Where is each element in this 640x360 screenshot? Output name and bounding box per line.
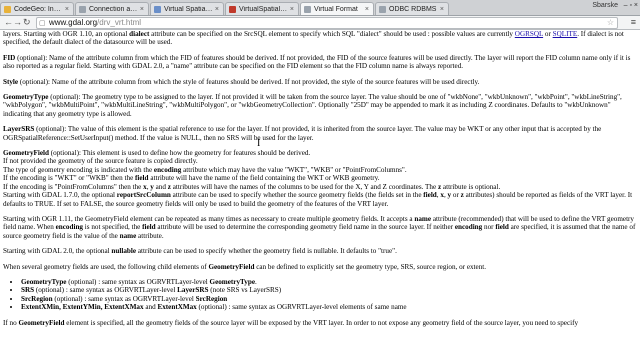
reload-icon[interactable]: ↻ [23, 17, 31, 28]
favicon-icon [79, 6, 86, 13]
paragraph-no-geometryfield: If no GeometryField element is specified… [3, 318, 579, 327]
page-icon: ▢ [39, 20, 46, 27]
paragraph-dialect: layers. Starting with OGR 1.10, an optio… [3, 30, 624, 47]
tab-bar: CodeGeo: Instalação× Connection attribut… [0, 0, 640, 16]
address-toolbar: ← → ↻ ▢ www.gdal.org/drv_vrt.html ☆ ≡ [0, 16, 640, 30]
list-item: SrcRegion (optional) : same syntax as OG… [21, 295, 639, 303]
back-icon[interactable]: ← [4, 17, 13, 27]
menu-icon[interactable]: ≡ [631, 17, 636, 27]
tab-connection-attributes[interactable]: Connection attributes× [75, 2, 149, 15]
paragraph-layersrs: LayerSRS (optional): The value of this e… [3, 125, 602, 142]
url-text[interactable]: www.gdal.org/drv_vrt.html [49, 18, 141, 28]
page-content: layers. Starting with OGR 1.10, an optio… [3, 30, 639, 334]
close-icon[interactable]: × [215, 6, 219, 13]
close-icon[interactable]: × [140, 6, 144, 13]
paragraph-child-elements: When several geometry fields are used, t… [3, 262, 487, 271]
paragraph-multiple-geometry-fields: Starting with OGR 1.11, the GeometryFiel… [3, 214, 636, 240]
paragraph-geometrytype: GeometryType (optional): The geometry ty… [3, 93, 622, 118]
close-icon[interactable]: × [290, 6, 294, 13]
paragraph-style: Style (optional): Name of the attribute … [3, 77, 480, 86]
forward-icon[interactable]: → [13, 17, 22, 27]
paragraph-geometryfield: GeometryField (optional): This element i… [3, 149, 633, 208]
text-cursor-icon: I [257, 138, 261, 149]
favicon-icon [4, 6, 11, 13]
favicon-icon [229, 6, 236, 13]
tab-odbc-rdbms[interactable]: ODBC RDBMS × [375, 2, 449, 15]
list-item: SRS (optional) : same syntax as OGRVRTLa… [21, 286, 639, 294]
tab-virtualspatialdata[interactable]: VirtualSpatialData -× [225, 2, 299, 15]
tab-virtual-spatial-data[interactable]: Virtual Spatial Data -× [150, 2, 224, 15]
list-item: ExtentXMin, ExtentYMin, ExtentXMax and E… [21, 303, 639, 311]
window-controls[interactable]: – ▫ × [624, 2, 638, 9]
bookmark-star-icon[interactable]: ☆ [607, 18, 614, 27]
paragraph-fid: FID (optional): Name of the attribute co… [3, 53, 631, 71]
favicon-icon [154, 6, 161, 13]
close-icon[interactable]: × [365, 6, 369, 13]
paragraph-nullable: Starting with GDAL 2.0, the optional nul… [3, 247, 397, 256]
tab-virtual-format[interactable]: Virtual Format × [300, 2, 374, 15]
close-icon[interactable]: × [440, 6, 444, 13]
close-icon[interactable]: × [65, 6, 69, 13]
tab-codegeo[interactable]: CodeGeo: Instalação× [0, 2, 74, 15]
link-sqlite[interactable]: SQLITE [553, 30, 578, 38]
list-item: GeometryType (optional) : same syntax as… [21, 278, 639, 286]
child-elements-list: GeometryType (optional) : same syntax as… [3, 278, 639, 312]
favicon-icon [304, 6, 311, 13]
profile-name[interactable]: Sbarske [592, 2, 618, 9]
link-ogrsql[interactable]: OGRSQL [515, 30, 543, 38]
favicon-icon [379, 6, 386, 13]
address-bar[interactable]: ▢ www.gdal.org/drv_vrt.html ☆ [36, 17, 618, 29]
